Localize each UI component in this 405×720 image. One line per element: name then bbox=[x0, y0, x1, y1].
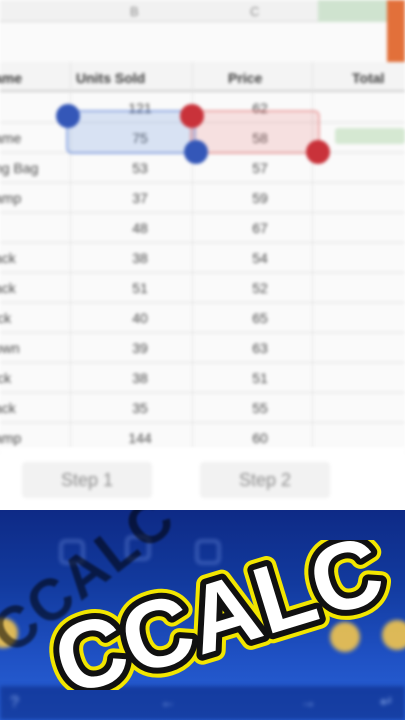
cell-units[interactable]: 40 bbox=[120, 310, 160, 326]
cell-price[interactable]: 55 bbox=[240, 400, 280, 416]
table-row[interactable]: ack 51 52 bbox=[0, 273, 405, 303]
selection-range-price[interactable] bbox=[190, 110, 320, 154]
cell-units[interactable]: 35 bbox=[120, 400, 160, 416]
cell-price[interactable]: 65 bbox=[240, 310, 280, 326]
table-row[interactable]: own 39 63 bbox=[0, 333, 405, 363]
selection-handle-icon[interactable] bbox=[184, 140, 208, 164]
cell-name[interactable]: ack bbox=[0, 250, 16, 266]
cell-price[interactable]: 54 bbox=[240, 250, 280, 266]
step-2-button[interactable]: Step 2 bbox=[200, 462, 330, 498]
cell-units[interactable]: 51 bbox=[120, 280, 160, 296]
selection-handle-icon[interactable] bbox=[56, 104, 80, 128]
header-name[interactable]: ame bbox=[0, 70, 22, 86]
total-cell-highlight[interactable] bbox=[335, 128, 405, 144]
cell-name[interactable]: own bbox=[0, 340, 20, 356]
step-bar: Step 1 Step 2 bbox=[0, 448, 405, 510]
cell-name[interactable]: amp bbox=[0, 190, 21, 206]
step-1-button[interactable]: Step 1 bbox=[22, 462, 152, 498]
cell-name[interactable]: ack bbox=[0, 280, 16, 296]
cell-price[interactable]: 57 bbox=[240, 160, 280, 176]
table-row[interactable]: ick 40 65 bbox=[0, 303, 405, 333]
cell-units[interactable]: 48 bbox=[120, 220, 160, 236]
cell-units[interactable]: 38 bbox=[120, 250, 160, 266]
selected-column-header[interactable] bbox=[318, 0, 390, 22]
table-row[interactable]: ack 38 54 bbox=[0, 243, 405, 273]
table-row[interactable]: ack 35 55 bbox=[0, 393, 405, 423]
cell-price[interactable]: 51 bbox=[240, 370, 280, 386]
keyboard-key-icon[interactable]: ? bbox=[10, 694, 19, 712]
orange-accent-edge bbox=[387, 0, 405, 66]
arrow-right-icon[interactable]: → bbox=[300, 694, 316, 712]
cell-price[interactable]: 52 bbox=[240, 280, 280, 296]
cell-units[interactable]: 39 bbox=[120, 340, 160, 356]
cell-name[interactable]: ack bbox=[0, 400, 16, 416]
selection-handle-icon[interactable] bbox=[180, 104, 204, 128]
cell-price[interactable]: 59 bbox=[240, 190, 280, 206]
cell-price[interactable]: 60 bbox=[240, 430, 280, 446]
table-row[interactable]: 48 67 bbox=[0, 213, 405, 243]
logo-text: CCALC bbox=[42, 540, 395, 690]
header-price[interactable]: Price bbox=[228, 70, 262, 86]
table-row[interactable]: ick 38 51 bbox=[0, 363, 405, 393]
table-header-row: ame Units Sold Price Total bbox=[0, 62, 405, 92]
cell-units[interactable]: 38 bbox=[120, 370, 160, 386]
keyboard-key-icon[interactable]: ↵ bbox=[380, 692, 393, 712]
cell-name[interactable]: ng Bag bbox=[0, 160, 38, 176]
header-total[interactable]: Total bbox=[352, 70, 384, 86]
arrow-left-icon[interactable]: ← bbox=[160, 694, 176, 712]
cell-units[interactable]: 37 bbox=[120, 190, 160, 206]
cell-units[interactable]: 144 bbox=[120, 430, 160, 446]
cell-name[interactable]: amp bbox=[0, 430, 21, 446]
cell-price[interactable]: 63 bbox=[240, 340, 280, 356]
cell-units[interactable]: 53 bbox=[120, 160, 160, 176]
column-letter-b[interactable]: B bbox=[130, 4, 139, 19]
header-units-sold[interactable]: Units Sold bbox=[76, 70, 145, 86]
cell-name[interactable]: ick bbox=[0, 370, 11, 386]
cell-name[interactable]: ick bbox=[0, 310, 11, 326]
cell-price[interactable]: 67 bbox=[240, 220, 280, 236]
spreadsheet: B C ame Units Sold Price Total 121 62 am… bbox=[0, 0, 405, 453]
cell-name[interactable]: ame bbox=[0, 130, 21, 146]
ccalc-logo: CCALC CCALC CCALC bbox=[32, 540, 405, 690]
selection-handle-icon[interactable] bbox=[306, 140, 330, 164]
column-letter-c[interactable]: C bbox=[250, 4, 259, 19]
selection-range-units[interactable] bbox=[66, 110, 196, 154]
table-row[interactable]: amp 37 59 bbox=[0, 183, 405, 213]
keyboard-bottom-row: ? ← → ↵ bbox=[0, 686, 405, 720]
